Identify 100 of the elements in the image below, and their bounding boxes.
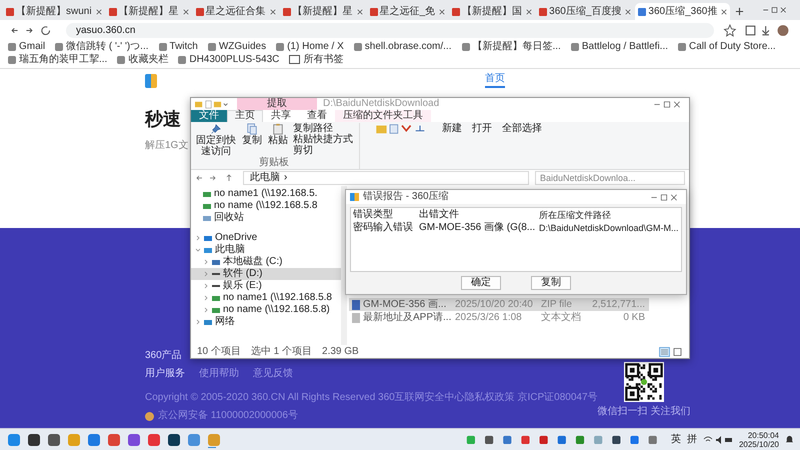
- network-volume-battery-icon[interactable]: [702, 434, 733, 444]
- logo-icon: [145, 74, 157, 88]
- copy-path-button[interactable]: 复制路径: [293, 123, 333, 134]
- ribbon-tab[interactable]: 查看: [299, 110, 335, 122]
- copy-icon: [246, 123, 258, 135]
- ribbon-tab[interactable]: 共享: [263, 110, 299, 122]
- archive-icon: [350, 193, 359, 201]
- favicon-icon: [370, 8, 378, 16]
- column-header[interactable]: 错误类型: [353, 208, 415, 220]
- nav-item[interactable]: no name1 (\\192.168.5.: [191, 188, 341, 200]
- clipboard-icon: [272, 123, 284, 135]
- tree-item[interactable]: no name (\\192.168.5.8): [191, 304, 341, 316]
- bookmark-link[interactable]: 收藏夹栏: [117, 53, 168, 66]
- browser-tab[interactable]: 360压缩_百度搜: [536, 3, 634, 20]
- bookmark-link[interactable]: 微信跳转 ( '-' ')つ...: [55, 40, 149, 53]
- police-badge-icon: [145, 412, 154, 420]
- select-all-button[interactable]: 全部选择: [502, 123, 542, 134]
- tree-item[interactable]: 软件 (D:): [191, 268, 341, 280]
- browser-tab[interactable]: 【新提醒】国: [449, 3, 536, 20]
- tree-item[interactable]: no name1 (\\192.168.5.8: [191, 292, 341, 304]
- bookmark-link[interactable]: Twitch: [158, 40, 198, 53]
- bookmark-link[interactable]: Gmail: [8, 40, 46, 53]
- browser-tab[interactable]: 星之远征_免: [366, 3, 448, 20]
- breadcrumb-link[interactable]: 此电脑: [250, 172, 280, 184]
- favicon-icon: [638, 8, 646, 16]
- favicon-icon: [452, 8, 460, 16]
- clock-time[interactable]: 20:50:04: [748, 430, 779, 440]
- page-subheading: 解压1G文: [145, 140, 188, 152]
- status-text: 10 个项目: [197, 346, 241, 358]
- bookmark-link[interactable]: (1) Home / X: [276, 40, 344, 53]
- favicon-icon: [108, 8, 117, 16]
- footer-heading: 用户服务: [145, 368, 185, 380]
- browser-tab[interactable]: 360压缩_360推: [635, 3, 730, 20]
- tree-item[interactable]: 娱乐 (E:): [191, 280, 341, 292]
- column-header[interactable]: 所在压缩文件路径: [539, 208, 687, 220]
- dialog-button[interactable]: 确定: [461, 276, 501, 290]
- bookmark-link[interactable]: DH4300PLUS-543C: [178, 53, 280, 66]
- ribbon-tab[interactable]: 压缩的文件夹工具: [335, 110, 431, 122]
- table-cell-text: D:\BaiduNetdiskDownload\GM-M...: [539, 222, 680, 234]
- ribbon-group-label: 剪贴板: [259, 157, 289, 168]
- paste-button[interactable]: 粘贴: [267, 123, 289, 157]
- close-icon[interactable]: [625, 8, 632, 14]
- close-icon[interactable]: [270, 8, 276, 14]
- browser-tab[interactable]: 【新提醒】星: [106, 3, 192, 20]
- nav-item[interactable]: no name (\\192.168.5.8: [191, 200, 341, 212]
- clock-date[interactable]: 2025/10/20: [738, 440, 779, 448]
- bookmark-link[interactable]: 【新提醒】每日签...: [462, 40, 561, 53]
- file-row[interactable]: GM-MOE-356 画... 2025/10/20 20:40 ZIP file 2,512,771...: [349, 298, 649, 311]
- input-method-indicator[interactable]: 英: [670, 434, 681, 446]
- browser-tab[interactable]: 【新提醒】星: [280, 3, 366, 20]
- bookmark-link[interactable]: WZGuides: [208, 40, 266, 53]
- context-tab-header: 提取: [237, 98, 317, 110]
- close-icon[interactable]: [721, 8, 728, 14]
- address-field[interactable]: yasuo.360.cn: [66, 22, 714, 38]
- nav-link[interactable]: 首页: [485, 73, 505, 88]
- status-text: 选中 1 个项目: [250, 346, 312, 358]
- ribbon-tab[interactable]: 文件: [191, 110, 227, 122]
- close-icon[interactable]: [96, 8, 102, 14]
- browser-tab[interactable]: 【新提醒】swuni: [3, 3, 105, 20]
- tree-item[interactable]: 此电脑: [191, 244, 341, 256]
- license-text: 京公网安备 11000002000006号: [158, 410, 298, 422]
- tree-item[interactable]: 网络: [191, 316, 341, 328]
- tree-item[interactable]: OneDrive: [191, 232, 341, 244]
- file-row[interactable]: 最新地址及APP请... 2025/3/26 1:08 文本文档 0 KB: [349, 311, 649, 324]
- column-header[interactable]: 出错文件: [419, 208, 535, 220]
- bookmark-link[interactable]: Call of Duty Store...: [678, 40, 776, 53]
- pin-button[interactable]: 固定到快速访问: [195, 123, 237, 157]
- bookmark-folder[interactable]: 所有书签: [289, 53, 344, 66]
- qr-code-drawing: [624, 362, 664, 402]
- new-button[interactable]: 新建: [442, 123, 462, 134]
- close-icon[interactable]: [439, 8, 446, 14]
- new-tab-icon[interactable]: [735, 7, 744, 16]
- bookmark-link[interactable]: 瑞五角的装甲工挈...: [8, 53, 108, 66]
- window-title: D:\BaiduNetdiskDownload: [323, 98, 440, 110]
- paste-shortcut-button[interactable]: 粘贴快捷方式: [293, 134, 353, 145]
- bell-icon[interactable]: [785, 435, 794, 444]
- bookmark-link[interactable]: Battlelog / Battlefi...: [570, 40, 668, 53]
- nav-item[interactable]: 回收站: [191, 212, 341, 224]
- dialog-button[interactable]: 复制: [531, 276, 571, 290]
- close-icon[interactable]: [526, 8, 532, 14]
- table-cell: GM-MOE-356 画像 (G(8...: [419, 222, 535, 234]
- open-button[interactable]: 打开: [472, 123, 492, 134]
- ribbon-tab[interactable]: 主页: [227, 110, 263, 122]
- browser-tab[interactable]: 星之远征合集: [192, 3, 279, 20]
- status-text: 2.39 GB: [322, 346, 359, 358]
- page-heading: 秒速: [145, 108, 181, 130]
- breadcrumb-separator: ›: [284, 172, 288, 184]
- tree-item[interactable]: 本地磁盘 (C:): [191, 256, 341, 268]
- search-field[interactable]: BaiduNetdiskDownloa...: [535, 171, 685, 185]
- close-icon[interactable]: [356, 8, 363, 14]
- close-icon[interactable]: [182, 8, 189, 14]
- input-method-indicator[interactable]: 拼: [686, 434, 697, 446]
- copy-button[interactable]: 复制: [241, 123, 263, 157]
- favicon-icon: [196, 8, 204, 16]
- cut-button[interactable]: 剪切: [293, 145, 313, 156]
- view-toggle-icon[interactable]: [659, 346, 683, 356]
- bookmark-link[interactable]: shell.obrase.com/...: [354, 40, 452, 53]
- favicon-icon: [539, 8, 548, 16]
- favicon-icon: [6, 8, 14, 16]
- table-cell-text: 密码输入错误: [353, 222, 414, 234]
